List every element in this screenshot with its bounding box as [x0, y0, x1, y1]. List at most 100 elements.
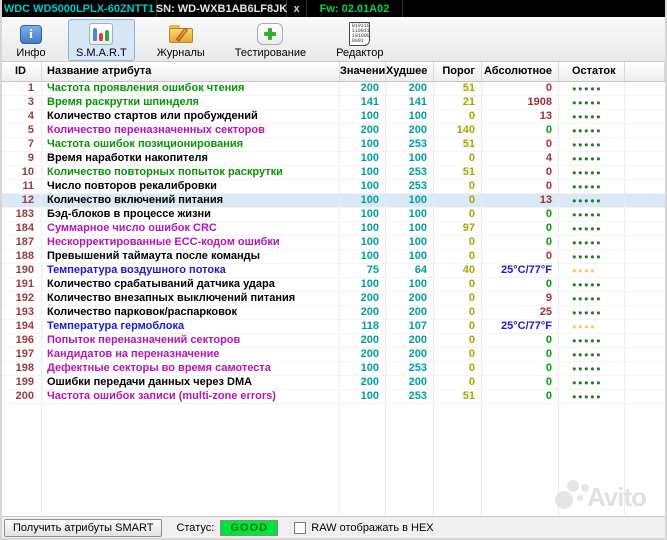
smart-button[interactable]: S.M.A.R.T: [68, 19, 135, 61]
col-header-raw[interactable]: Абсолютное: [482, 62, 559, 81]
attr-name: Ошибки передачи данных через DMA: [42, 376, 340, 389]
info-button[interactable]: i Инфо: [8, 19, 54, 61]
attr-name: Температура гермоблока: [42, 320, 340, 333]
attr-name: Превышений таймаута после команды: [42, 250, 340, 263]
attr-value: 200: [340, 334, 386, 347]
row-spacer: [625, 110, 665, 123]
row-spacer: [625, 194, 665, 207]
attr-worst: 253: [386, 138, 434, 151]
row-spacer: [625, 390, 665, 403]
row-spacer: [625, 306, 665, 319]
attr-worst: 64: [386, 264, 434, 277]
attr-raw: 0: [482, 208, 559, 221]
attr-worst: 253: [386, 390, 434, 403]
attr-health-dots: ●●●●●: [559, 362, 625, 375]
raw-hex-checkbox[interactable]: [294, 522, 306, 534]
status-bar: Получить атрибуты SMART Статус: GOOD RAW…: [2, 516, 665, 538]
attr-health-dots: ●●●●●: [559, 96, 625, 109]
attr-id: 190: [2, 264, 42, 277]
table-row[interactable]: 183Бэд-блоков в процессе жизни10010000●●…: [2, 208, 665, 222]
table-row[interactable]: 191Количество срабатываний датчика удара…: [2, 278, 665, 292]
table-row[interactable]: 9Время наработки накопителя10010004●●●●●: [2, 152, 665, 166]
attr-raw: 13: [482, 194, 559, 207]
col-header-threshold[interactable]: Порог: [434, 62, 482, 81]
table-row[interactable]: 5Количество переназначенных секторов2002…: [2, 124, 665, 138]
attr-value: 100: [340, 180, 386, 193]
table-row[interactable]: 198Дефектные секторы во время самотеста1…: [2, 362, 665, 376]
attr-worst: 200: [386, 376, 434, 389]
table-row[interactable]: 7Частота ошибок позиционирования10025351…: [2, 138, 665, 152]
table-row[interactable]: 184Суммарное число ошибок CRC100100970●●…: [2, 222, 665, 236]
attr-value: 100: [340, 362, 386, 375]
attr-threshold: 21: [434, 96, 482, 109]
table-row[interactable]: 197Кандидатов на переназначение20020000●…: [2, 348, 665, 362]
smart-table-body: 1Частота проявления ошибок чтения2002005…: [2, 82, 665, 516]
table-row[interactable]: 190Температура воздушного потока75644025…: [2, 264, 665, 278]
testing-button[interactable]: Тестирование: [227, 19, 314, 61]
attr-name: Количество срабатываний датчика удара: [42, 278, 340, 291]
table-row[interactable]: 11Число повторов рекалибровки10025300●●●…: [2, 180, 665, 194]
attr-value: 100: [340, 390, 386, 403]
row-spacer: [625, 348, 665, 361]
table-row[interactable]: 188Превышений таймаута после команды1001…: [2, 250, 665, 264]
attr-worst: 100: [386, 222, 434, 235]
attr-worst: 253: [386, 166, 434, 179]
attr-value: 200: [340, 124, 386, 137]
row-spacer: [625, 208, 665, 221]
smart-attributes-table: ID Название атрибута Значение Худшее Пор…: [2, 62, 665, 516]
tab-bar-spacer: [403, 0, 665, 17]
attr-id: 192: [2, 292, 42, 305]
attr-id: 3: [2, 96, 42, 109]
attr-worst: 100: [386, 278, 434, 291]
attr-health-dots: ●●●●●: [559, 292, 625, 305]
tab-close-button[interactable]: x: [287, 0, 307, 17]
attr-worst: 100: [386, 152, 434, 165]
attr-worst: 200: [386, 124, 434, 137]
col-header-value[interactable]: Значение: [340, 62, 386, 81]
attr-value: 200: [340, 376, 386, 389]
attr-name: Суммарное число ошибок CRC: [42, 222, 340, 235]
attr-raw: 4: [482, 152, 559, 165]
attr-name: Частота ошибок позиционирования: [42, 138, 340, 151]
logs-button[interactable]: Журналы: [149, 19, 213, 61]
attr-name: Время наработки накопителя: [42, 152, 340, 165]
row-spacer: [625, 222, 665, 235]
attr-health-dots: ●●●●●: [559, 250, 625, 263]
attr-id: 199: [2, 376, 42, 389]
table-row[interactable]: 3Время раскрутки шпинделя141141211908●●●…: [2, 96, 665, 110]
attr-raw: 0: [482, 362, 559, 375]
attr-raw: 0: [482, 236, 559, 249]
attr-health-dots: ●●●●: [559, 264, 625, 277]
table-row[interactable]: 194Температура гермоблока118107025°C/77°…: [2, 320, 665, 334]
attr-worst: 141: [386, 96, 434, 109]
attr-raw: 25°C/77°F: [482, 320, 559, 333]
attr-threshold: 0: [434, 250, 482, 263]
table-row[interactable]: 200Частота ошибок записи (multi-zone err…: [2, 390, 665, 404]
attr-health-dots: ●●●●●: [559, 152, 625, 165]
col-header-id[interactable]: ID: [2, 62, 42, 81]
attr-value: 141: [340, 96, 386, 109]
col-header-name[interactable]: Название атрибута: [42, 62, 340, 81]
col-header-worst[interactable]: Худшее: [386, 62, 434, 81]
attr-name: Частота ошибок записи (multi-zone errors…: [42, 390, 340, 403]
table-row[interactable]: 199Ошибки передачи данных через DMA20020…: [2, 376, 665, 390]
table-row[interactable]: 196Попыток переназначений секторов200200…: [2, 334, 665, 348]
get-smart-attributes-button[interactable]: Получить атрибуты SMART: [4, 519, 162, 537]
table-row[interactable]: 193Количество парковок/распарковок200200…: [2, 306, 665, 320]
table-row[interactable]: 192Количество внезапных выключений питан…: [2, 292, 665, 306]
testing-button-label: Тестирование: [235, 47, 306, 60]
attr-value: 100: [340, 138, 386, 151]
table-row[interactable]: 10Количество повторных попыток раскрутки…: [2, 166, 665, 180]
drive-serial: SN: WD-WXB1AB6LF8JK: [157, 0, 287, 17]
attr-health-dots: ●●●●●: [559, 110, 625, 123]
table-row[interactable]: 187Нескорректированные ECC-кодом ошибки1…: [2, 236, 665, 250]
attr-id: 196: [2, 334, 42, 347]
editor-icon: 0101101100111010000001: [345, 21, 375, 47]
attr-threshold: 0: [434, 278, 482, 291]
table-row[interactable]: 4Количество стартов или пробуждений10010…: [2, 110, 665, 124]
table-row[interactable]: 12Количество включений питания100100013●…: [2, 194, 665, 208]
attr-name: Частота проявления ошибок чтения: [42, 82, 340, 95]
editor-button[interactable]: 0101101100111010000001 Редактор: [328, 19, 391, 61]
table-row[interactable]: 1Частота проявления ошибок чтения2002005…: [2, 82, 665, 96]
col-header-health[interactable]: Остаток: [559, 62, 625, 81]
